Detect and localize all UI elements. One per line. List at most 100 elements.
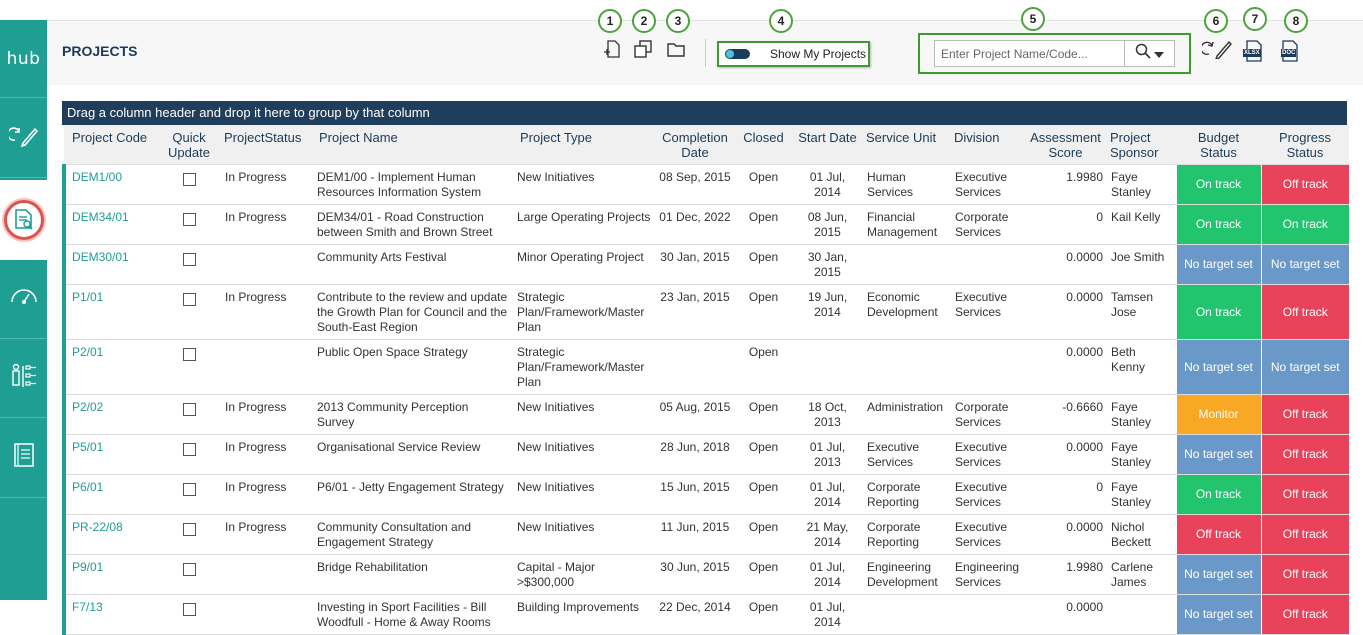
project-code-cell[interactable]: P2/02 — [62, 394, 157, 435]
column-header-project-sponsor[interactable]: Project Sponsor — [1107, 125, 1176, 165]
export-doc-button[interactable]: DOC — [1280, 40, 1300, 62]
sidebar-item-update[interactable] — [0, 100, 47, 178]
new-project-button[interactable] — [601, 39, 623, 64]
project-code-cell[interactable]: DEM1/00 — [62, 164, 157, 205]
table-row[interactable]: P5/01 In Progress Organisational Service R… — [62, 434, 1349, 475]
column-header-closed[interactable]: Closed — [735, 125, 792, 165]
quick-update-cell[interactable] — [157, 474, 221, 515]
table-row[interactable]: PR-22/08 In Progress Community Consultatio… — [62, 514, 1349, 555]
sidebar-item-organisation[interactable] — [0, 340, 47, 418]
quick-update-checkbox[interactable] — [182, 603, 196, 616]
table-row[interactable]: P2/01 Public Open Space Strategy Strategic… — [62, 339, 1349, 395]
project-code-cell[interactable]: F7/13 — [62, 594, 157, 635]
column-header-progress-status[interactable]: Progress Status — [1261, 125, 1349, 165]
quick-update-checkbox[interactable] — [182, 403, 196, 416]
closed-cell: Open — [735, 164, 792, 205]
copy-project-button[interactable] — [632, 39, 654, 62]
quick-update-checkbox[interactable] — [182, 483, 196, 496]
budget-status-cell: Monitor — [1175, 394, 1261, 435]
table-row[interactable]: DEM30/01 Community Arts Festival Minor Ope… — [62, 244, 1349, 285]
project-code-cell[interactable]: P9/01 — [62, 554, 157, 595]
table-row[interactable]: P9/01 Bridge Rehabilitation Capital - Majo… — [62, 554, 1349, 595]
table-row[interactable]: DEM34/01 In Progress DEM34/01 - Road Const… — [62, 204, 1349, 245]
quick-update-cell[interactable] — [157, 394, 221, 435]
column-header-project-code[interactable]: Project Code — [64, 125, 157, 165]
column-header-quick-update[interactable]: Quick Update — [157, 125, 221, 165]
search-input[interactable] — [935, 41, 1124, 66]
project-sponsor-cell: Beth Kenny — [1107, 339, 1176, 395]
search-button[interactable] — [1124, 41, 1174, 66]
quick-update-cell[interactable] — [157, 204, 221, 245]
new-document-icon — [603, 39, 621, 64]
start-date-cell — [792, 339, 863, 395]
column-header-budget-status[interactable]: Budget Status — [1176, 125, 1261, 165]
group-by-drop-zone[interactable]: Drag a column header and drop it here to… — [62, 101, 1347, 125]
project-code-cell[interactable]: DEM30/01 — [62, 244, 157, 285]
table-row[interactable]: DEM1/00 In Progress DEM1/00 - Implement Hu… — [62, 164, 1349, 205]
start-date-cell: 01 Jul, 2014 — [792, 474, 863, 515]
division-cell — [951, 339, 1024, 395]
quick-update-checkbox[interactable] — [182, 293, 196, 306]
quick-update-checkbox[interactable] — [182, 443, 196, 456]
completion-date-cell: 22 Dec, 2014 — [655, 594, 735, 635]
table-row[interactable]: P6/01 In Progress P6/01 - Jetty Engagement… — [62, 474, 1349, 515]
projects-grid: Drag a column header and drop it here to… — [62, 101, 1349, 635]
hub-logo[interactable]: hub — [0, 20, 47, 98]
sidebar-item-reports[interactable] — [0, 420, 47, 498]
column-header-project-status[interactable]: ProjectStatus — [221, 125, 313, 165]
start-date-cell: 30 Jan, 2015 — [792, 244, 863, 285]
column-header-completion-date[interactable]: Completion Date — [655, 125, 735, 165]
project-status-cell — [221, 594, 313, 635]
project-code-cell[interactable]: P5/01 — [62, 434, 157, 475]
closed-cell: Open — [735, 244, 792, 285]
column-header-service-unit[interactable]: Service Unit — [863, 125, 951, 165]
quick-update-cell[interactable] — [157, 514, 221, 555]
quick-update-cell[interactable] — [157, 284, 221, 340]
quick-update-checkbox[interactable] — [182, 563, 196, 576]
column-header-project-type[interactable]: Project Type — [513, 125, 655, 165]
closed-cell: Open — [735, 394, 792, 435]
column-header-division[interactable]: Division — [951, 125, 1024, 165]
project-name-cell: Investing in Sport Facilities - Bill Woo… — [313, 594, 513, 635]
quick-update-checkbox[interactable] — [182, 253, 196, 266]
show-my-projects-toggle[interactable]: Show My Projects — [717, 41, 870, 67]
export-xlsx-button[interactable]: XLSX — [1243, 40, 1264, 62]
sidebar-item-projects[interactable] — [0, 180, 47, 260]
quick-update-cell[interactable] — [157, 244, 221, 285]
table-row[interactable]: P2/02 In Progress 2013 Community Perceptio… — [62, 394, 1349, 435]
assessment-score-cell: 0.0000 — [1024, 514, 1107, 555]
toggle-switch[interactable] — [725, 49, 750, 59]
project-status-cell: In Progress — [221, 434, 313, 475]
project-sponsor-cell: Nichol Beckett — [1107, 514, 1176, 555]
quick-update-checkbox[interactable] — [182, 523, 196, 536]
quick-update-cell[interactable] — [157, 554, 221, 595]
project-type-cell: New Initiatives — [513, 434, 655, 475]
column-header-assessment-score[interactable]: Assessment Score — [1024, 125, 1107, 165]
column-header-project-name[interactable]: Project Name — [313, 125, 513, 165]
budget-status-cell: On track — [1175, 284, 1261, 340]
progress-status-cell: Off track — [1260, 594, 1349, 635]
budget-status-cell: No target set — [1175, 244, 1261, 285]
quick-update-cell[interactable] — [157, 339, 221, 395]
column-header-start-date[interactable]: Start Date — [792, 125, 863, 165]
quick-update-checkbox[interactable] — [182, 213, 196, 226]
quick-update-cell[interactable] — [157, 434, 221, 475]
open-folder-button[interactable] — [665, 40, 687, 62]
project-sponsor-cell: Carlene James — [1107, 554, 1176, 595]
project-code-cell[interactable]: P1/01 — [62, 284, 157, 340]
quick-update-button[interactable] — [1200, 40, 1234, 62]
assessment-score-cell: 0.0000 — [1024, 434, 1107, 475]
table-row[interactable]: P1/01 In Progress Contribute to the review… — [62, 284, 1349, 340]
table-row[interactable]: F7/13 Investing in Sport Facilities - Bil… — [62, 594, 1349, 635]
quick-update-checkbox[interactable] — [182, 348, 196, 361]
project-code-cell[interactable]: P6/01 — [62, 474, 157, 515]
quick-update-cell[interactable] — [157, 594, 221, 635]
division-cell: Executive Services — [951, 164, 1024, 205]
quick-update-cell[interactable] — [157, 164, 221, 205]
project-code-cell[interactable]: DEM34/01 — [62, 204, 157, 245]
service-unit-cell — [863, 594, 951, 635]
quick-update-checkbox[interactable] — [182, 173, 196, 186]
project-code-cell[interactable]: P2/01 — [62, 339, 157, 395]
sidebar-item-dashboard[interactable] — [0, 261, 47, 339]
project-code-cell[interactable]: PR-22/08 — [62, 514, 157, 555]
